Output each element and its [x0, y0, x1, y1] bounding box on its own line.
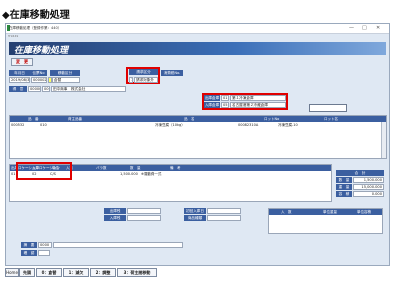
col-item-name: 品 名	[184, 117, 195, 121]
col-lot-no: ロットNo	[264, 117, 280, 121]
first-date-label: 初回入庫日	[184, 208, 206, 214]
window-title: 在庫移動処理（登録作業：440）	[9, 26, 62, 30]
pack-info-header: 入 数 単位重量 単位容積	[269, 209, 382, 215]
col-unit-weight: 単位重量	[323, 210, 337, 214]
pack-info-grid: 入 数 単位重量 単位容積	[268, 208, 383, 234]
summary-label: 摘 要	[21, 242, 37, 248]
item-grid-scrollbar[interactable]	[381, 122, 386, 158]
first-date-field	[207, 208, 241, 214]
totals-header: 合 計	[336, 170, 384, 176]
item-name-cell: 冷凍豆腐（10kg）	[155, 123, 185, 127]
item-grid: 品 番 荷主品番 品 名 ロットNo ロット名 000532 010 冷凍豆腐（…	[9, 115, 387, 159]
out-stock-field	[127, 208, 161, 214]
lot-name-cell: 冷凍豆腐-10	[278, 123, 298, 127]
tab-transfer[interactable]: 0：倉替	[36, 268, 62, 277]
tax-label: 消費税No.	[161, 70, 183, 76]
customer-label: 得 意	[9, 86, 27, 92]
window-subtitle: Tr9449	[8, 34, 19, 38]
window-titlebar: 在庫移動処理（登録作業：440） — □ ✕	[6, 24, 389, 34]
col-lot-name: ロット名	[324, 117, 338, 121]
page-heading: ◆在庫移動処理	[2, 10, 70, 21]
maximize-icon[interactable]: □	[362, 25, 367, 31]
confirm-label: 確 認	[21, 250, 37, 256]
lot-no-cell: 00082310A	[238, 123, 259, 127]
col-pack-count: 入 数	[281, 210, 292, 214]
slip-label: 伝票No	[30, 70, 47, 76]
date-field[interactable]: 2019/08/31	[9, 77, 30, 83]
owner-code-cell: 010	[40, 123, 47, 127]
minimize-icon[interactable]: —	[349, 25, 354, 31]
screen-banner: 在庫移動処理	[9, 42, 386, 56]
col-unit-volume: 単位容積	[357, 210, 371, 214]
in-warehouse-name: 名古屋港第２冷蔵倉庫	[230, 102, 286, 108]
slip-field[interactable]: 000002	[31, 77, 47, 83]
total-qty-value: 1,500.000	[353, 177, 384, 183]
request-code-field[interactable]: 1	[129, 77, 133, 83]
col-loose-qty: バラ数	[96, 166, 107, 170]
close-icon[interactable]: ✕	[376, 25, 380, 31]
in-stock-label: 入庫残	[104, 215, 126, 221]
confirm-field[interactable]	[38, 250, 50, 256]
location-highlight	[16, 162, 72, 180]
out-warehouse-code[interactable]: 01	[221, 95, 229, 101]
product-type-field	[207, 215, 241, 221]
request-name-field: 請求対象外	[134, 77, 158, 83]
in-warehouse-code[interactable]: 05	[221, 102, 229, 108]
tab-shortage[interactable]: 1：減欠	[63, 268, 89, 277]
tab-owner-transfer[interactable]: 3：荷主間移動	[117, 268, 157, 277]
out-warehouse-label: 出庫倉庫	[204, 95, 220, 101]
in-stock-field	[127, 215, 161, 221]
item-grid-header: 品 番 荷主品番 品 名 ロットNo ロット名	[10, 116, 386, 122]
customer-branch-field[interactable]: 000	[42, 86, 50, 92]
col-owner-item-code: 荷主品番	[68, 117, 82, 121]
tab-adjust[interactable]: 2：調整	[90, 268, 116, 277]
total-weight-value: 15,000.000	[353, 184, 384, 190]
col-item-code: 品 番	[28, 117, 39, 121]
item-code-cell: 000532	[11, 123, 25, 127]
mode-button[interactable]: 変 更	[11, 58, 33, 66]
quantity-cell: 1,500.000	[120, 172, 138, 176]
col-quantity: 数 量	[130, 166, 141, 170]
out-stock-label: 出庫残	[104, 208, 126, 214]
summary-text-field[interactable]	[53, 242, 183, 248]
total-weight-label: 重 量	[336, 184, 352, 190]
col-note: 備 考	[170, 166, 181, 170]
total-volume-label: 容 積	[336, 191, 352, 197]
request-type-label: 請求区分	[129, 69, 158, 75]
screen-title: 在庫移動処理	[14, 46, 69, 56]
note-cell: ※運動費一式	[141, 172, 162, 176]
home-key[interactable]: Home	[5, 268, 19, 277]
product-type-label: 商品種類	[184, 215, 206, 221]
table-row[interactable]: 000532 010 冷凍豆腐（10kg） 00082310A 冷凍豆腐-10	[10, 123, 386, 128]
total-volume-value: 0.000	[353, 191, 384, 197]
customer-name-field: 田中商事 株式会社	[51, 86, 126, 92]
in-warehouse-label: 入庫倉庫	[204, 102, 220, 108]
out-location-cell: 01	[11, 172, 16, 176]
move-type-label: 移動区分	[50, 70, 80, 76]
customer-code-field[interactable]: 000005	[28, 86, 41, 92]
app-window: 在庫移動処理（登録作業：440） — □ ✕ Tr9449 在庫移動処理 変 更…	[5, 23, 390, 266]
tab-first[interactable]: 先頭	[19, 268, 35, 277]
summary-code-field[interactable]: 0000	[38, 242, 52, 248]
total-qty-label: 数 量	[336, 177, 352, 183]
move-type-field[interactable]: 倉替	[52, 77, 80, 83]
date-label: 年月日	[9, 70, 30, 76]
blank-field[interactable]	[309, 104, 347, 112]
out-warehouse-name: 第１冷凍倉庫	[230, 95, 286, 101]
